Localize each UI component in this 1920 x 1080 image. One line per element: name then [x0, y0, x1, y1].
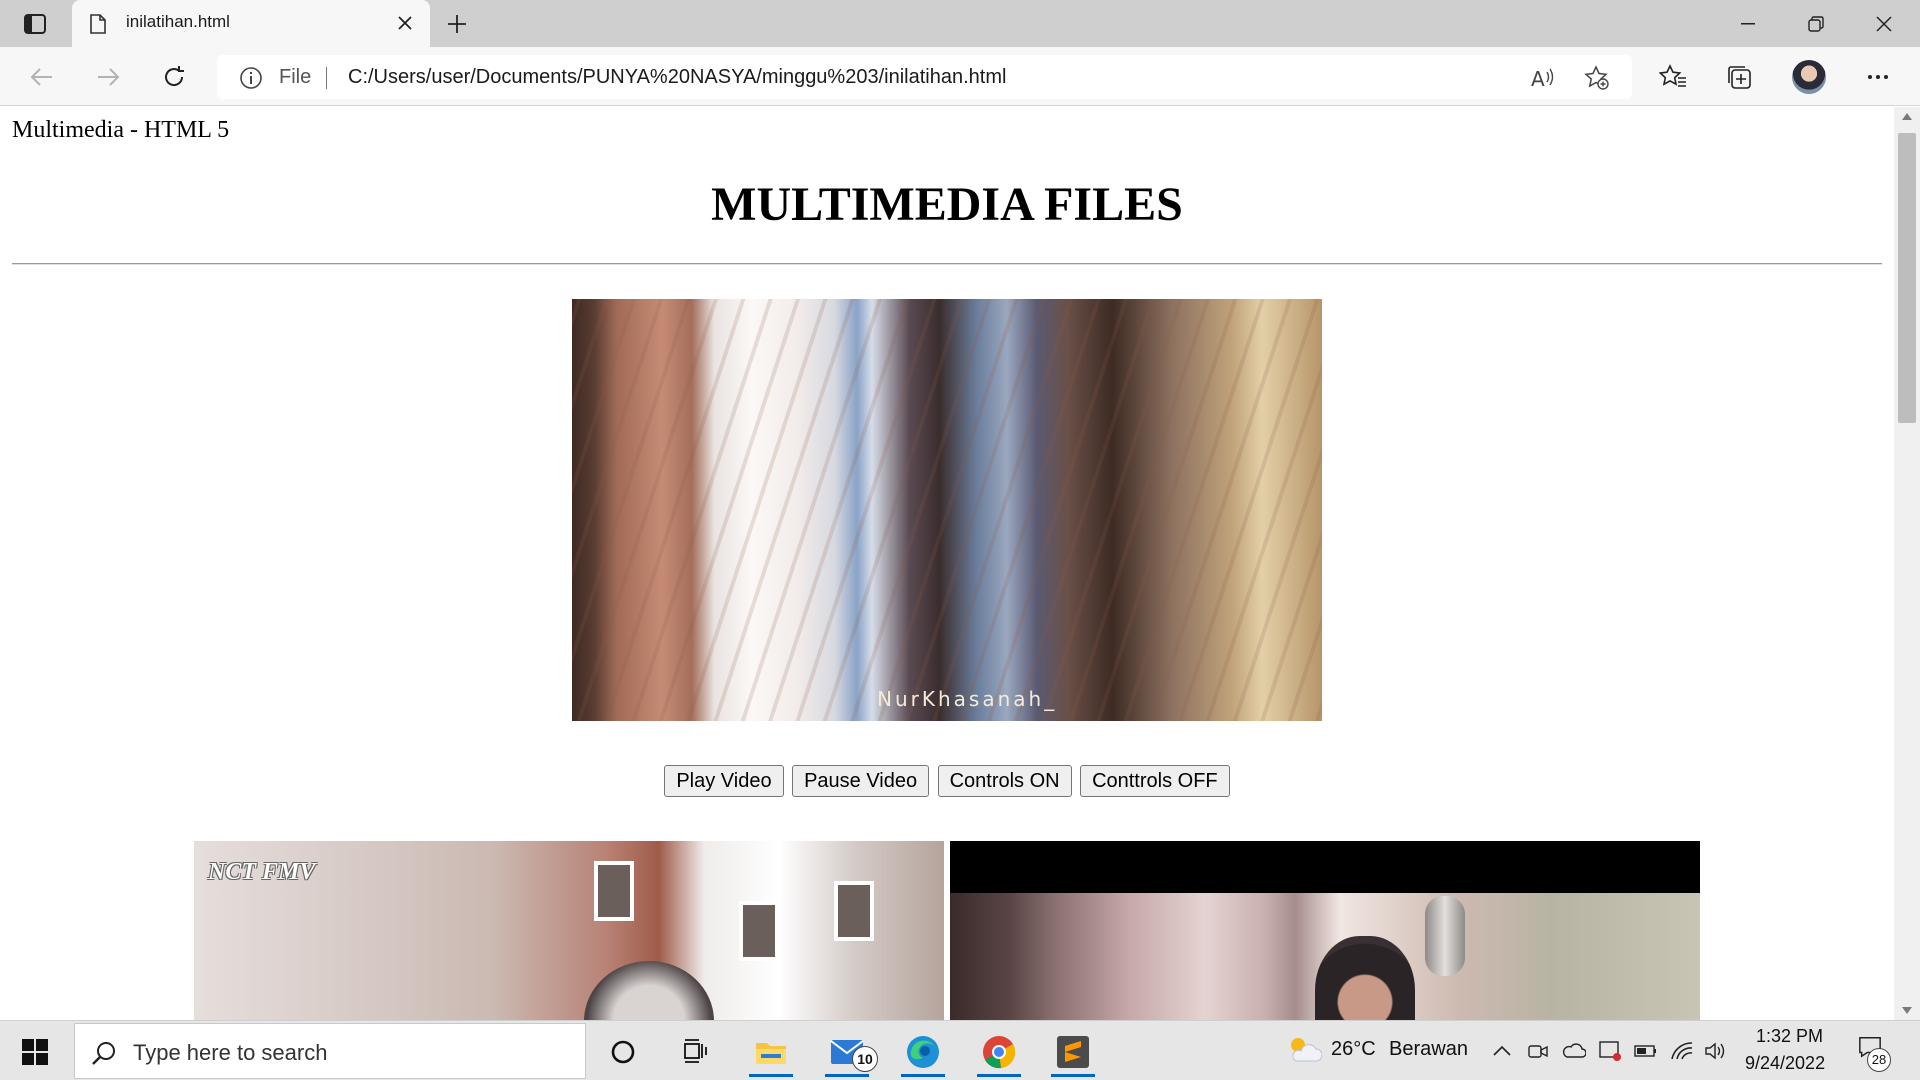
clock-time[interactable]: 1:32 PM	[1756, 1026, 1823, 1047]
close-icon[interactable]	[394, 12, 416, 34]
weather-icon[interactable]	[1286, 1035, 1322, 1065]
cortana-icon[interactable]	[593, 1027, 653, 1077]
active-indicator	[977, 1074, 1021, 1077]
mail-badge: 10	[852, 1046, 878, 1072]
main-video[interactable]: NurKhasanah_	[572, 299, 1322, 721]
favorites-icon[interactable]	[1655, 59, 1691, 95]
svg-text:A: A	[1531, 67, 1545, 90]
taskbar: Type here to search 26°C Berawan 1:32 PM…	[0, 1020, 1920, 1080]
building-window	[834, 881, 874, 941]
tab-actions-icon[interactable]	[18, 10, 52, 38]
browser-tab[interactable]: inilatihan.html	[72, 0, 430, 47]
url-text[interactable]: C:/Users/user/Documents/PUNYA%20NASYA/mi…	[348, 66, 1006, 89]
scroll-thumb[interactable]	[1898, 133, 1916, 423]
controls-on-button[interactable]: Controls ON	[937, 765, 1072, 797]
search-placeholder: Type here to search	[133, 1040, 328, 1065]
edge-icon[interactable]	[893, 1027, 953, 1077]
scroll-down-arrow-icon[interactable]	[1902, 1007, 1912, 1014]
onedrive-icon[interactable]	[1562, 1039, 1586, 1063]
address-separator	[326, 67, 327, 89]
more-icon[interactable]	[1860, 59, 1896, 95]
page-viewport: Multimedia - HTML 5 MULTIMEDIA FILES Nur…	[0, 107, 1894, 1020]
document-title: Multimedia - HTML 5	[12, 117, 230, 143]
active-indicator	[901, 1074, 945, 1077]
address-bar[interactable]: File C:/Users/user/Documents/PUNYA%20NAS…	[217, 55, 1632, 99]
read-aloud-icon[interactable]: A	[1529, 64, 1557, 92]
vertical-scrollbar[interactable]	[1894, 107, 1920, 1020]
chevron-up-icon[interactable]	[1490, 1039, 1514, 1063]
active-indicator	[1051, 1074, 1095, 1077]
meet-now-icon[interactable]	[1526, 1039, 1550, 1063]
search-icon	[91, 1040, 117, 1071]
task-view-icon[interactable]	[665, 1027, 725, 1077]
volume-icon[interactable]	[1704, 1039, 1728, 1063]
thumbnail-label: NCT FMV	[208, 859, 316, 885]
video-frame	[572, 299, 1322, 721]
wifi-icon[interactable]	[1670, 1039, 1694, 1063]
windows-logo-icon[interactable]	[12, 1033, 58, 1071]
video-thumbnail-1[interactable]: NCT FMV	[194, 841, 944, 1020]
add-favorite-icon[interactable]	[1583, 64, 1611, 92]
horizontal-rule	[12, 263, 1882, 265]
battery-icon[interactable]	[1634, 1039, 1658, 1063]
scroll-up-arrow-icon[interactable]	[1902, 113, 1912, 120]
plus-icon[interactable]	[440, 8, 474, 40]
active-indicator	[825, 1074, 869, 1077]
person-head	[584, 961, 714, 1020]
building-window	[739, 901, 779, 961]
controls-off-button[interactable]: Conttrols OFF	[1080, 765, 1230, 797]
minimize-icon[interactable]	[1714, 0, 1782, 47]
forward-arrow-icon[interactable]	[90, 59, 126, 95]
window-close-icon[interactable]	[1850, 0, 1918, 47]
refresh-icon[interactable]	[156, 59, 192, 95]
play-video-button[interactable]: Play Video	[664, 765, 784, 797]
active-indicator	[749, 1074, 793, 1077]
weather-description: Berawan	[1389, 1038, 1468, 1060]
video-controls: Play Video Pause Video Controls ON Contt…	[0, 765, 1894, 797]
tab-title: inilatihan.html	[126, 12, 230, 31]
weather-temperature: 26°C	[1331, 1038, 1376, 1060]
microphone	[1425, 896, 1465, 976]
page-title: MULTIMEDIA FILES	[711, 178, 1183, 231]
video-thumbnail-2[interactable]	[950, 841, 1700, 1020]
back-arrow-icon[interactable]	[24, 59, 60, 95]
video-watermark: NurKhasanah_	[877, 687, 1058, 711]
taskbar-search-box[interactable]: Type here to search	[74, 1023, 586, 1079]
address-scheme-label: File	[279, 66, 312, 88]
building-window	[594, 861, 634, 921]
tab-bar: inilatihan.html	[0, 0, 1920, 47]
notification-badge: 28	[1867, 1048, 1891, 1072]
sublime-text-icon[interactable]	[1043, 1027, 1103, 1077]
pause-video-button[interactable]: Pause Video	[792, 765, 930, 797]
clock-date[interactable]: 9/24/2022	[1745, 1053, 1825, 1074]
collections-icon[interactable]	[1721, 59, 1757, 95]
browser-toolbar: File C:/Users/user/Documents/PUNYA%20NAS…	[0, 47, 1920, 106]
info-icon[interactable]	[239, 66, 263, 95]
security-icon[interactable]	[1598, 1039, 1622, 1063]
chrome-icon[interactable]	[969, 1027, 1029, 1077]
file-explorer-icon[interactable]	[741, 1027, 801, 1077]
avatar[interactable]	[1792, 60, 1826, 94]
restore-icon[interactable]	[1782, 0, 1850, 47]
document-icon	[90, 14, 106, 39]
